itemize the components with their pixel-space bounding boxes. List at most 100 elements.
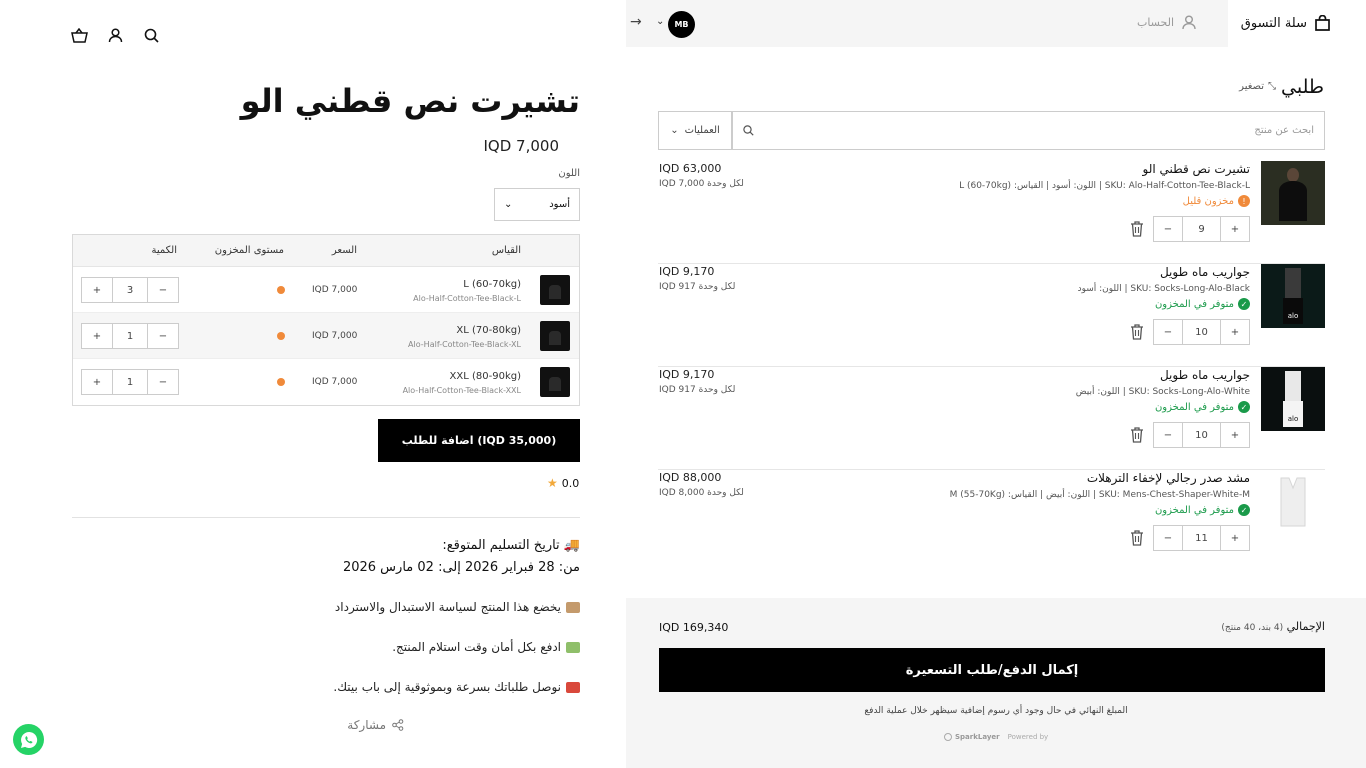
quantity-input[interactable]: 1 (112, 370, 148, 394)
cart-item: alo جواريب ماه طويل SKU: Socks-Long-Alo-… (658, 367, 1325, 470)
account-link[interactable]: الحساب (1137, 15, 1196, 30)
info-text: نوصل طلباتك بسرعة وبموثوقية إلى باب بيتك… (333, 680, 561, 694)
sparklayer-icon (944, 733, 952, 741)
item-unit-price: IQD 917 لكل وحدة (659, 385, 736, 395)
svg-text:alo: alo (1288, 415, 1299, 423)
stock-dot-icon (277, 378, 285, 386)
plus-button[interactable]: + (1221, 423, 1249, 447)
search-placeholder: ابحث عن منتج (1254, 125, 1314, 136)
item-total: IQD 9,170 (659, 265, 715, 278)
quantity-input[interactable]: 10 (1182, 423, 1221, 447)
trash-icon[interactable] (1130, 530, 1144, 546)
minus-button[interactable]: − (148, 278, 178, 302)
delivery-title: 🚚 تاريخ التسليم المتوقع: (442, 538, 580, 553)
header-stock: مستوى المخزون (214, 245, 284, 256)
item-unit-price: IQD 8,000 لكل وحدة (659, 488, 744, 498)
trash-icon[interactable] (1130, 324, 1144, 340)
variant-table: القياس السعر مستوى المخزون الكمية L (60-… (72, 234, 580, 406)
arrow-right-icon[interactable]: → (630, 14, 642, 30)
header-qty: الكمية (151, 245, 177, 256)
minus-button[interactable]: − (1154, 320, 1182, 344)
plus-button[interactable]: + (1221, 217, 1249, 241)
item-name: جواريب ماه طويل (1159, 265, 1250, 279)
quantity-stepper: + 3 − (81, 277, 179, 303)
checkout-button[interactable]: إكمال الدفع/طلب التسعيرة (659, 648, 1325, 692)
product-search-input[interactable]: ابحث عن منتج (732, 111, 1325, 150)
check-icon: ✓ (1238, 401, 1250, 413)
delivery-title-text: تاريخ التسليم المتوقع: (442, 538, 560, 553)
quantity-input[interactable]: 1 (112, 324, 148, 348)
cart-header: سلة التسوق الحساب MB ⌄ → (626, 0, 1366, 47)
color-value: أسود (549, 199, 570, 210)
quantity-input[interactable]: 9 (1182, 217, 1221, 241)
collapse-button[interactable]: ⤡ تصغير (1239, 81, 1276, 92)
table-row: XL (70-80kg) Alo-Half-Cotton-Tee-Black-X… (73, 313, 579, 359)
quantity-input[interactable]: 11 (1182, 526, 1221, 550)
quantity-input[interactable]: 3 (112, 278, 148, 302)
plus-button[interactable]: + (1221, 526, 1249, 550)
total-label: الإجمالي (4 بند، 40 منتج) (1221, 620, 1325, 633)
header-price: السعر (331, 245, 357, 256)
minus-button[interactable]: − (148, 324, 178, 348)
variant-size: XXL (80-90kg) (449, 371, 521, 382)
cart-title[interactable]: سلة التسوق (1241, 15, 1330, 31)
variant-sku: Alo-Half-Cotton-Tee-Black-XXL (402, 386, 521, 395)
minus-button[interactable]: − (1154, 217, 1182, 241)
variant-size: XL (70-80kg) (456, 325, 521, 336)
svg-text:alo: alo (1288, 312, 1299, 320)
item-unit-price: IQD 917 لكل وحدة (659, 282, 736, 292)
color-select[interactable]: أسود ⌄ (494, 188, 580, 221)
trash-icon[interactable] (1130, 221, 1144, 237)
minus-button[interactable]: − (148, 370, 178, 394)
item-unit-price: IQD 7,000 لكل وحدة (659, 179, 744, 189)
cart-drawer: سلة التسوق الحساب MB ⌄ → طلبي ⤡ تصغير اب… (626, 0, 1366, 768)
quantity-stepper: − 10 + (1153, 422, 1250, 448)
item-total: IQD 63,000 (659, 162, 722, 175)
rating: ★ 0.0 (547, 476, 579, 490)
item-stock-status: ✓ متوفر في المخزون (1155, 504, 1250, 516)
search-icon[interactable] (142, 26, 160, 44)
chevron-down-icon[interactable]: ⌄ (656, 16, 664, 27)
item-total: IQD 9,170 (659, 368, 715, 381)
whatsapp-icon[interactable] (13, 724, 44, 755)
quantity-input[interactable]: 10 (1182, 320, 1221, 344)
quantity-stepper: − 10 + (1153, 319, 1250, 345)
plus-button[interactable]: + (82, 278, 112, 302)
item-sku: SKU: Alo-Half-Cotton-Tee-Black-L | اللون… (959, 181, 1250, 191)
item-sku: SKU: Socks-Long-Alo-White | اللون: أبيض (1075, 387, 1250, 397)
avatar[interactable]: MB (668, 11, 695, 38)
delivery-truck-icon (566, 681, 580, 693)
cart-item: تشيرت نص قطني الو SKU: Alo-Half-Cotton-T… (658, 161, 1325, 264)
share-label: مشاركة (347, 718, 386, 732)
trash-icon[interactable] (1130, 427, 1144, 443)
share-button[interactable]: مشاركة (347, 718, 404, 732)
order-title: طلبي (1281, 76, 1324, 98)
cart-footer: الإجمالي (4 بند، 40 منتج) IQD 169,340 إك… (626, 598, 1366, 768)
powered-label: Powered by (1007, 733, 1049, 741)
search-icon (743, 125, 754, 136)
stock-text: متوفر في المخزون (1154, 401, 1234, 413)
variant-thumbnail (540, 367, 570, 397)
product-price: IQD 7,000 (483, 137, 560, 155)
basket-icon[interactable] (70, 26, 88, 44)
operations-dropdown[interactable]: العمليات ⌄ (658, 111, 732, 150)
plus-button[interactable]: + (82, 324, 112, 348)
plus-button[interactable]: + (1221, 320, 1249, 344)
product-page: تشيرت نص قطني الو IQD 7,000 اللون أسود ⌄… (0, 0, 626, 768)
variant-sku: Alo-Half-Cotton-Tee-Black-L (413, 294, 521, 303)
info-text: ادفع بكل أمان وقت استلام المنتج. (392, 640, 561, 654)
user-icon[interactable] (106, 26, 124, 44)
minus-button[interactable]: − (1154, 423, 1182, 447)
cart-title-text: سلة التسوق (1240, 15, 1307, 31)
collapse-label: تصغير (1239, 81, 1264, 92)
minus-button[interactable]: − (1154, 526, 1182, 550)
item-sku: SKU: Mens-Chest-Shaper-White-M | اللون: … (949, 490, 1250, 500)
sparklayer-logo: SparkLayer (944, 733, 1000, 741)
plus-button[interactable]: + (82, 370, 112, 394)
quantity-stepper: + 1 − (81, 323, 179, 349)
add-to-order-button[interactable]: (IQD 35,000) اضافة للطلب (378, 419, 580, 462)
item-name: مشد صدر رجالي لإخفاء الترهلات (1086, 471, 1250, 485)
item-thumbnail: alo (1261, 367, 1325, 431)
powered-by: SparkLayer Powered by (944, 733, 1048, 741)
variant-sku: Alo-Half-Cotton-Tee-Black-XL (408, 340, 521, 349)
